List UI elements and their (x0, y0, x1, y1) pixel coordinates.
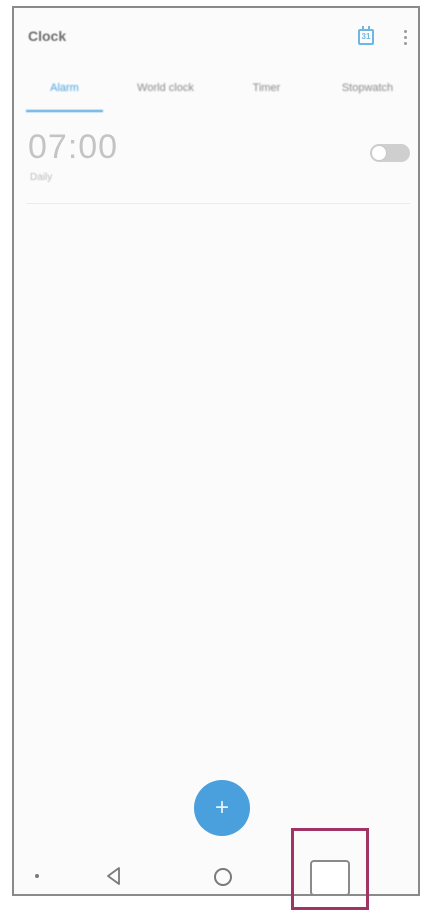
tab-timer[interactable]: Timer (216, 70, 317, 114)
alarm-time: 07:00 (28, 128, 119, 166)
app-header: Clock 31 (14, 8, 418, 68)
alarm-item[interactable]: 07:00 Daily (26, 122, 410, 204)
alarm-repeat-label: Daily (30, 172, 53, 183)
recents-highlight-box (291, 828, 369, 910)
back-triangle-icon[interactable] (104, 866, 124, 886)
phone-screen: Clock 31 Alarm World clock Timer Stopwat… (12, 6, 420, 896)
toggle-knob (371, 145, 387, 161)
tab-alarm[interactable]: Alarm (14, 70, 115, 114)
tab-world-clock[interactable]: World clock (115, 70, 216, 114)
nav-dot-icon (35, 874, 39, 878)
alarm-toggle[interactable] (370, 144, 410, 162)
tab-stopwatch[interactable]: Stopwatch (317, 70, 418, 114)
home-circle-icon[interactable] (214, 868, 232, 886)
tab-bar: Alarm World clock Timer Stopwatch (14, 70, 418, 114)
more-vertical-icon[interactable] (400, 28, 410, 48)
app-title: Clock (28, 28, 67, 44)
calendar-icon[interactable]: 31 (358, 26, 374, 45)
calendar-icon-label: 31 (361, 32, 371, 41)
add-alarm-button[interactable]: + (194, 780, 250, 836)
